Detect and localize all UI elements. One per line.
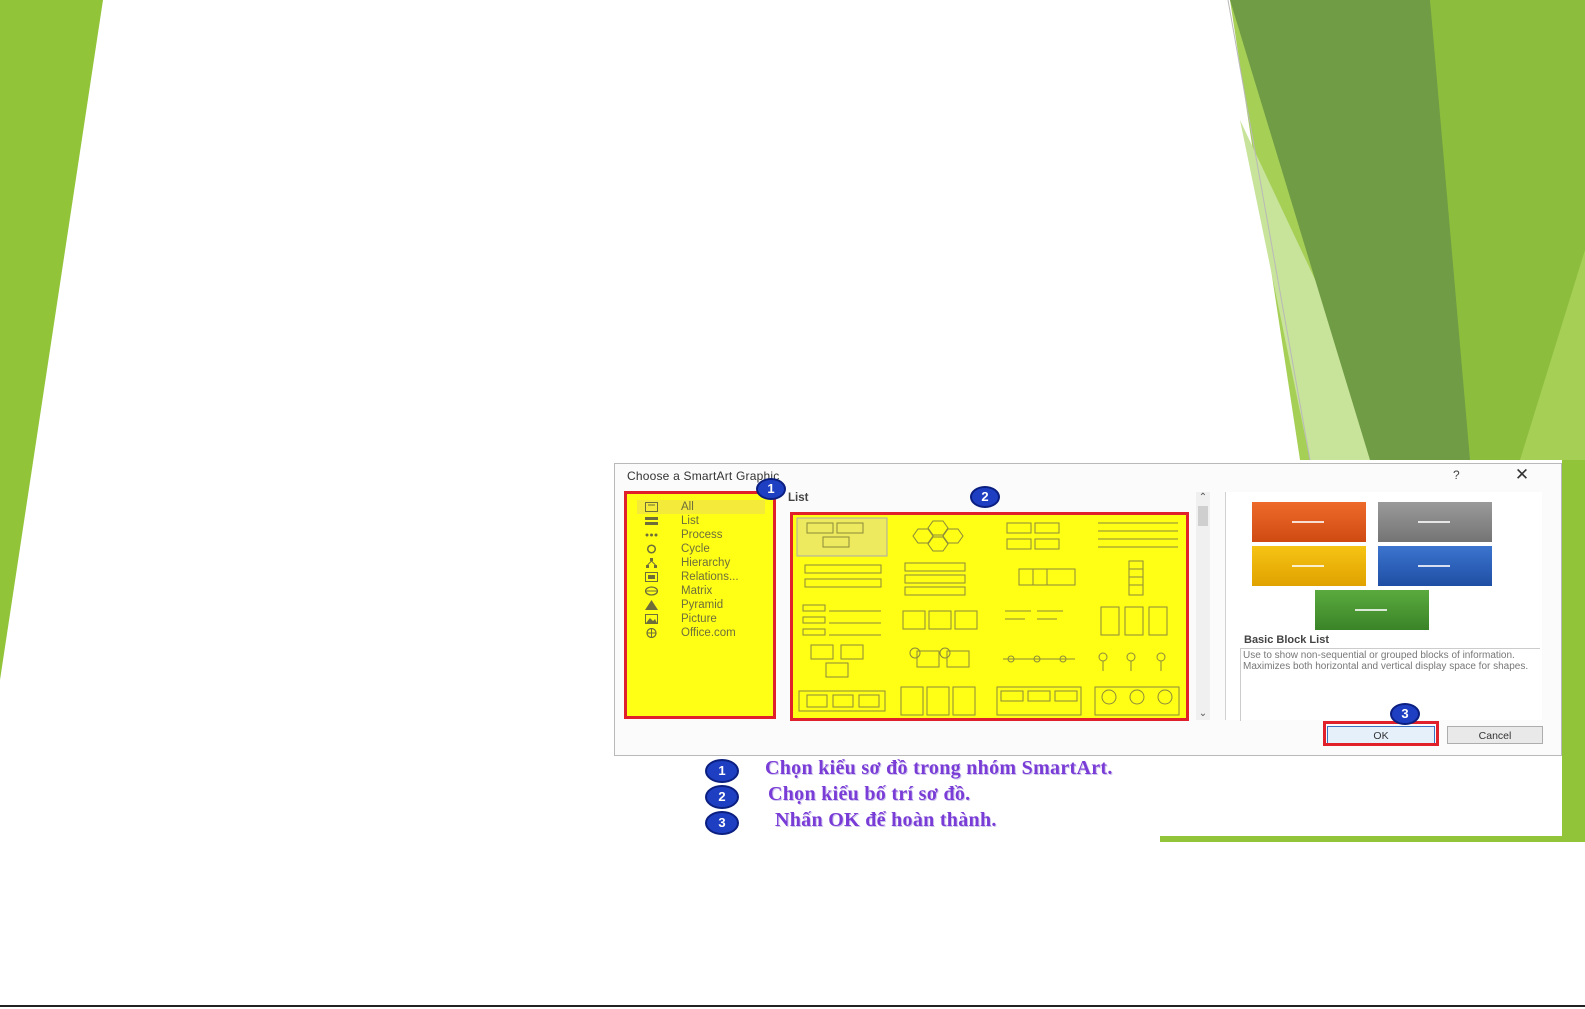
bottom-green-strip	[1160, 836, 1585, 842]
layout-gallery	[790, 512, 1189, 721]
ok-highlight-frame	[1323, 721, 1439, 746]
preview-green-block	[1315, 590, 1429, 630]
preview-gray-block	[1378, 502, 1492, 542]
matrix-icon	[645, 586, 658, 596]
pyramid-icon	[645, 600, 658, 610]
category-item-process[interactable]: Process	[637, 528, 765, 542]
layout-circle-accent-list[interactable]	[909, 647, 970, 668]
step-1-text: Chọn kiểu sơ đồ trong nhóm SmartArt.	[765, 757, 1113, 779]
left-green-stripe	[0, 0, 103, 680]
cycle-icon	[646, 544, 657, 554]
layout-picture-caption-list[interactable]	[810, 644, 864, 678]
category-label: Process	[681, 529, 723, 541]
layout-vertical-box-list[interactable]	[1128, 560, 1144, 596]
category-label: All	[681, 501, 694, 513]
category-item-list[interactable]: List	[637, 514, 765, 528]
step-3-badge: 3	[705, 811, 739, 835]
right-edge-green	[1562, 460, 1585, 842]
category-label: Cycle	[681, 543, 710, 555]
layout-group-label: List	[788, 492, 809, 504]
layout-vertical-bullet-list[interactable]	[802, 604, 881, 636]
layout-basic-block-list[interactable]	[796, 517, 888, 557]
list-icon	[645, 517, 658, 525]
layout-grouped-list[interactable]	[1006, 522, 1060, 550]
layout-process-line-list[interactable]	[1003, 655, 1075, 663]
layout-horizontal-bullet-list[interactable]	[902, 610, 978, 630]
layout-thumbnails	[796, 517, 1180, 716]
preview-pane: Basic Block List Use to show non-sequent…	[1225, 492, 1542, 721]
globe-icon	[646, 628, 657, 638]
picture-icon	[645, 614, 658, 624]
step-2-badge: 2	[705, 785, 739, 809]
layout-horizontal-picture-list[interactable]	[798, 690, 886, 712]
layout-stacked-box-list[interactable]	[900, 686, 976, 716]
gallery-scrollbar[interactable]: ⌃ ⌄	[1196, 492, 1210, 720]
layout-name: Basic Block List	[1244, 634, 1329, 646]
scroll-up-icon[interactable]: ⌃	[1196, 492, 1210, 504]
step-2-text: Chọn kiểu bố trí sơ đồ.	[768, 783, 971, 805]
category-panel: All List Process Cycle Hierarchy Relatio…	[624, 491, 776, 719]
category-label: Relations...	[681, 571, 739, 583]
layout-bullet-list[interactable]	[804, 564, 882, 588]
cancel-button[interactable]: Cancel	[1447, 726, 1543, 744]
scroll-thumb[interactable]	[1198, 506, 1208, 526]
preview-orange-block	[1252, 502, 1366, 542]
category-label: Matrix	[681, 585, 713, 597]
category-item-office-com[interactable]: Office.com	[637, 626, 765, 640]
layout-circle-box-list[interactable]	[1094, 686, 1180, 716]
step-3-text: Nhấn OK để hoàn thành.	[775, 809, 997, 831]
category-label: List	[681, 515, 699, 527]
close-icon[interactable]: ✕	[1511, 464, 1533, 486]
preview-yellow-block	[1252, 546, 1366, 586]
category-label: Picture	[681, 613, 717, 625]
step-1-badge: 1	[705, 759, 739, 783]
relationship-icon	[645, 572, 658, 582]
category-item-pyramid[interactable]: Pyramid	[637, 598, 765, 612]
layout-framed-box-list[interactable]	[996, 686, 1082, 716]
category-item-hierarchy[interactable]: Hierarchy	[637, 556, 765, 570]
layout-picture-accent-list[interactable]	[1100, 606, 1168, 636]
help-button[interactable]: ?	[1453, 468, 1460, 482]
hierarchy-icon	[646, 558, 657, 568]
category-item-relationship[interactable]: Relations...	[637, 570, 765, 584]
category-label: Office.com	[681, 627, 736, 639]
layout-stacked-list[interactable]	[904, 562, 966, 596]
category-item-picture[interactable]: Picture	[637, 612, 765, 626]
category-item-matrix[interactable]: Matrix	[637, 584, 765, 598]
layout-lined-list[interactable]	[1098, 522, 1178, 548]
category-item-cycle[interactable]: Cycle	[637, 542, 765, 556]
dialog-title: Choose a SmartArt Graphic	[627, 469, 780, 483]
process-icon	[645, 533, 658, 537]
category-item-all[interactable]: All	[637, 500, 765, 514]
badge-3: 3	[1390, 703, 1420, 725]
layout-pin-list[interactable]	[1098, 652, 1166, 671]
category-label: Hierarchy	[681, 557, 731, 569]
preview-blue-block	[1378, 546, 1492, 586]
all-icon	[645, 502, 658, 512]
scroll-down-icon[interactable]: ⌄	[1196, 708, 1210, 720]
layout-table-list[interactable]	[1018, 568, 1076, 586]
layout-hexagon-list[interactable]	[912, 520, 964, 552]
category-label: Pyramid	[681, 599, 724, 611]
layout-square-accent-list[interactable]	[1005, 610, 1063, 620]
badge-1: 1	[756, 478, 786, 500]
badge-2: 2	[970, 486, 1000, 508]
